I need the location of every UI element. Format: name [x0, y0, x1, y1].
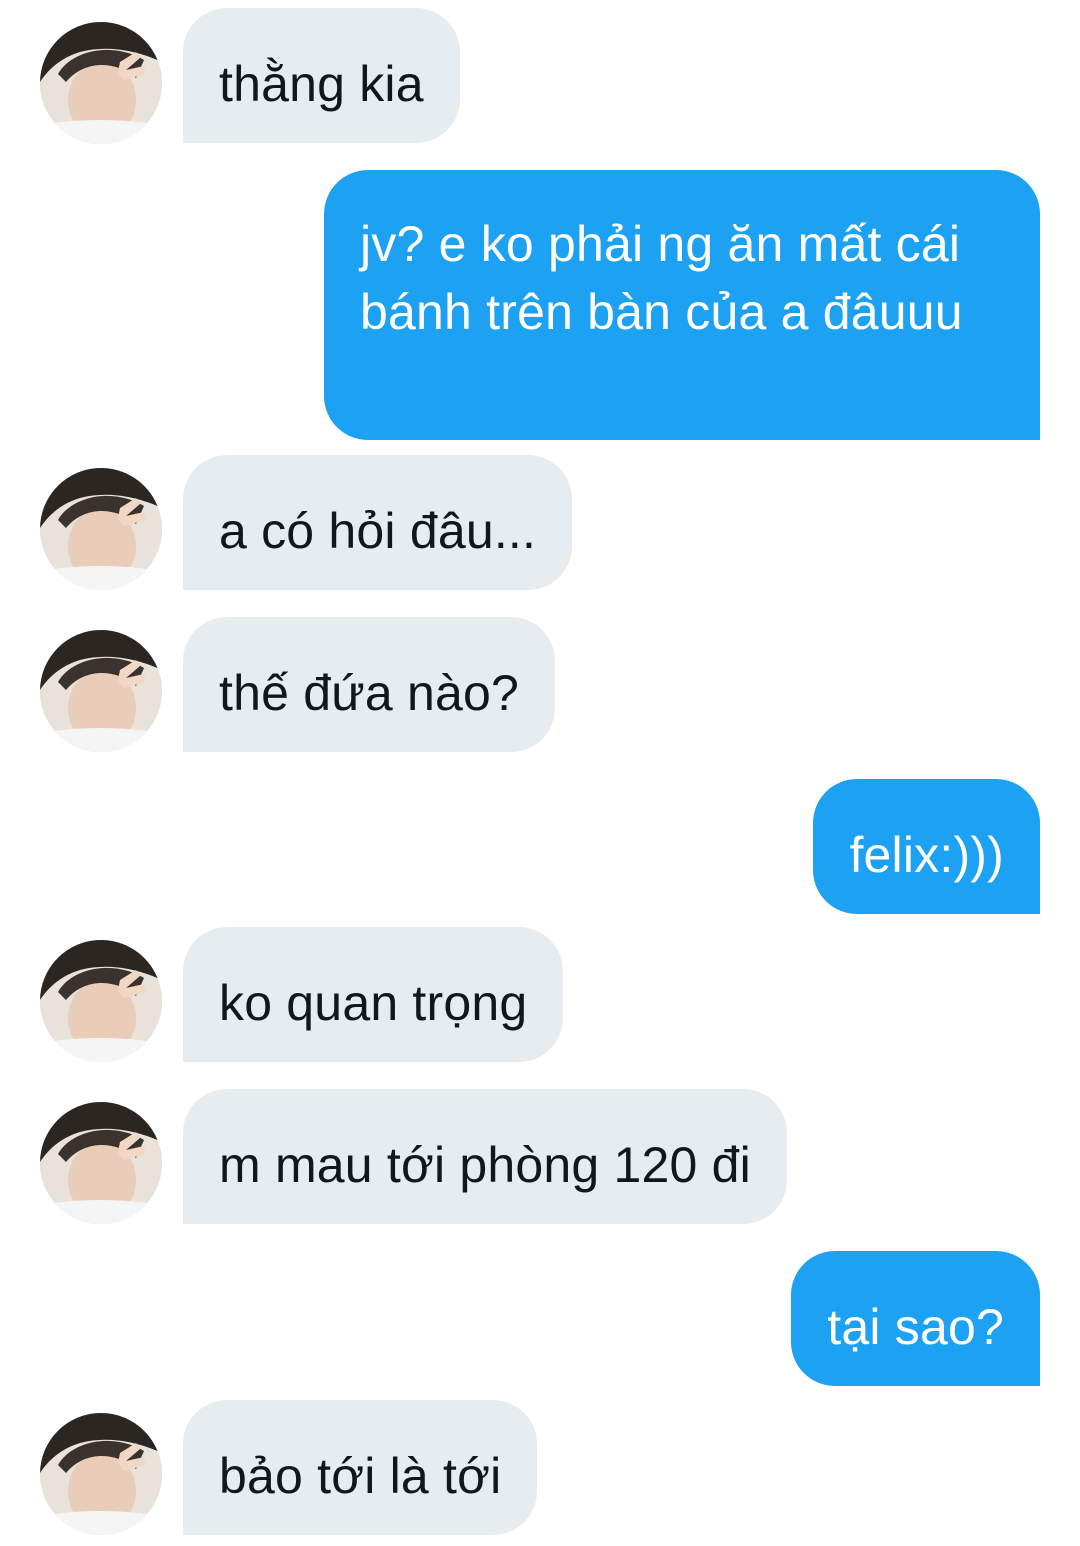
outgoing-message-bubble[interactable]: jv? e ko phải ng ăn mất cái bánh trên bà… [324, 170, 1040, 440]
profile-photo-icon [40, 22, 162, 144]
avatar[interactable] [40, 468, 162, 590]
incoming-message-bubble[interactable]: thế đứa nào? [183, 617, 556, 752]
message-thread: thằng kia jv? e ko phải ng ăn mất cái bá… [0, 0, 1080, 1546]
message-text: m mau tới phòng 120 đi [219, 1137, 751, 1193]
incoming-message-bubble[interactable]: m mau tới phòng 120 đi [183, 1089, 787, 1224]
profile-photo-icon [40, 468, 162, 590]
avatar[interactable] [40, 22, 162, 144]
profile-photo-icon [40, 630, 162, 752]
profile-photo-icon [40, 1102, 162, 1224]
outgoing-message-bubble[interactable]: tại sao? [791, 1251, 1040, 1386]
message-text: jv? e ko phải ng ăn mất cái bánh trên bà… [360, 216, 963, 340]
message-text: thế đứa nào? [219, 665, 520, 721]
incoming-message-bubble[interactable]: thằng kia [183, 8, 460, 143]
incoming-message-bubble[interactable]: bảo tới là tới [183, 1400, 538, 1535]
profile-photo-icon [40, 940, 162, 1062]
message-text: thằng kia [219, 56, 424, 112]
message-text: felix:))) [849, 827, 1004, 883]
message-text: a có hỏi đâu... [219, 503, 537, 559]
avatar[interactable] [40, 1102, 162, 1224]
avatar[interactable] [40, 940, 162, 1062]
incoming-message-bubble[interactable]: a có hỏi đâu... [183, 455, 573, 590]
message-text: ko quan trọng [219, 975, 528, 1031]
incoming-message-bubble[interactable]: ko quan trọng [183, 927, 564, 1062]
profile-photo-icon [40, 1413, 162, 1535]
message-text: tại sao? [827, 1299, 1004, 1355]
message-text: bảo tới là tới [219, 1448, 502, 1504]
outgoing-message-bubble[interactable]: felix:))) [813, 779, 1040, 914]
avatar[interactable] [40, 1413, 162, 1535]
avatar[interactable] [40, 630, 162, 752]
